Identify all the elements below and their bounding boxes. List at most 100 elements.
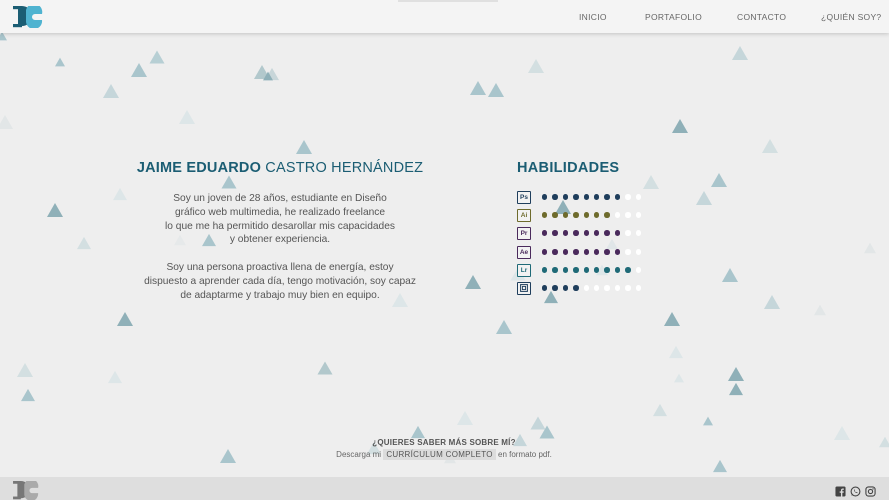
skill-dot-empty [614, 285, 621, 291]
skill-dot-filled [614, 267, 621, 273]
skill-dot-filled [593, 194, 600, 200]
skill-dot-empty [635, 230, 641, 236]
decorative-triangle [528, 59, 544, 73]
skill-dot-filled [614, 249, 621, 255]
instagram-icon[interactable] [865, 482, 876, 497]
decorative-triangle [113, 187, 127, 201]
decorative-triangle [674, 373, 684, 383]
cv-question: ¿QUIERES SABER MÁS SOBRE MÍ? [372, 438, 516, 447]
cv-download-block: ¿QUIERES SABER MÁS SOBRE MÍ? Descarga mi… [300, 438, 588, 460]
text-line: Soy un joven de 28 años, estudiante en D… [173, 193, 387, 204]
text-line: gráfico web multimedia, he realizado fre… [174, 206, 386, 218]
skill-dot-filled [542, 267, 548, 273]
decorative-triangle [728, 367, 744, 381]
decorative-triangle [317, 361, 333, 375]
decorative-triangle [696, 191, 712, 205]
skill-dot-filled [542, 212, 548, 218]
decorative-triangle [411, 425, 425, 439]
skill-dot-filled [583, 267, 589, 273]
whatsapp-icon[interactable] [850, 482, 861, 497]
decorative-triangle [703, 416, 713, 426]
decorative-triangle [21, 388, 35, 402]
skill-dot-filled [604, 212, 610, 218]
skill-dot-filled [562, 267, 569, 273]
skill-dot-filled [583, 249, 589, 255]
skill-dot-filled [542, 194, 548, 200]
main-nav: INICIO PORTAFOLIO CONTACTO ¿QUIÉN SOY? [0, 12, 889, 24]
decorative-triangle [711, 173, 727, 187]
cv-prefix: Descarga mi [336, 450, 382, 459]
decorative-triangle [643, 175, 659, 189]
skill-level-dots [542, 230, 646, 236]
skill-dot-empty [625, 285, 631, 291]
decorative-triangle [131, 63, 147, 77]
decorative-triangle [77, 236, 91, 250]
skills-title: HABILIDADES [517, 160, 620, 176]
skill-dot-empty [635, 194, 641, 200]
facebook-icon[interactable] [835, 482, 846, 497]
cv-download-link[interactable]: CURRÍCULUM COMPLETO [383, 449, 496, 460]
skill-dot-empty [635, 212, 641, 218]
skill-dot-empty [625, 249, 631, 255]
skill-dot-empty [593, 285, 600, 291]
skill-dot-empty [625, 212, 631, 218]
skill-dot-filled [583, 194, 589, 200]
skill-dot-filled [552, 267, 558, 273]
skill-dot-filled [604, 267, 610, 273]
skill-level-dots [542, 285, 646, 291]
decorative-triangle [729, 382, 743, 396]
decorative-triangle [488, 83, 504, 97]
decorative-triangle [672, 119, 688, 133]
decorative-triangle [220, 449, 236, 463]
social-links [831, 482, 876, 497]
illustrator-icon: Ai [517, 208, 531, 222]
decorative-triangle [103, 84, 119, 98]
skill-level-dots [542, 194, 646, 200]
indesign-icon [517, 281, 531, 295]
decorative-triangle [465, 275, 481, 289]
decorative-triangle [117, 312, 133, 326]
text-line: lo que me ha permitido desarollar mis ca… [165, 220, 395, 232]
top-navigation-bar: INICIO PORTAFOLIO CONTACTO ¿QUIÉN SOY? [0, 0, 889, 33]
decorative-triangle [179, 110, 195, 124]
decorative-triangle [496, 320, 512, 334]
decorative-triangle [653, 403, 667, 417]
skill-row: Pr [517, 226, 646, 240]
skill-dot-empty [614, 212, 621, 218]
nav-portafolio[interactable]: PORTAFOLIO [645, 12, 702, 22]
skills-section: HABILIDADES Ps Ai Pr Ae Lr [517, 160, 657, 295]
decorative-triangle [669, 345, 683, 359]
skill-dot-filled [593, 230, 600, 236]
nav-inicio[interactable]: INICIO [579, 12, 607, 22]
skill-dot-filled [552, 285, 558, 291]
premiere-icon: Pr [517, 226, 531, 240]
skill-dot-filled [573, 212, 579, 218]
skill-dot-empty [635, 267, 641, 273]
decorative-triangle [55, 57, 65, 67]
skill-row: Ae [517, 245, 646, 259]
text-line: de adaptarme y trabajo muy bien en equip… [180, 289, 380, 301]
skill-dot-filled [614, 194, 621, 200]
nav-contacto[interactable]: CONTACTO [737, 12, 786, 22]
decorative-triangle [814, 304, 826, 316]
skill-dot-filled [573, 249, 579, 255]
text-line: dispuesto a aprender cada día, tengo mot… [144, 275, 416, 287]
active-section-indicator [398, 0, 498, 2]
decorative-triangle [457, 411, 473, 425]
skill-dot-filled [604, 249, 610, 255]
about-paragraph-2: Soy una persona proactiva llena de energ… [130, 261, 430, 302]
first-name: JAIME EDUARDO [136, 160, 262, 176]
footer-logo[interactable] [13, 481, 39, 500]
about-paragraph-1: Soy un joven de 28 años, estudiante en D… [130, 192, 430, 247]
decorative-triangle [713, 459, 727, 473]
after-effects-icon: Ae [517, 245, 531, 259]
skill-row: Ps [517, 190, 646, 204]
last-name: CASTRO HERNÁNDEZ [265, 160, 424, 176]
nav-quien-soy[interactable]: ¿QUIÉN SOY? [821, 12, 881, 22]
cv-suffix: en formato pdf. [498, 450, 552, 459]
skill-dot-filled [552, 230, 558, 236]
decorative-triangle [108, 370, 122, 384]
skill-dot-filled [604, 194, 610, 200]
skill-dot-filled [562, 285, 569, 291]
skill-dot-filled [552, 194, 558, 200]
